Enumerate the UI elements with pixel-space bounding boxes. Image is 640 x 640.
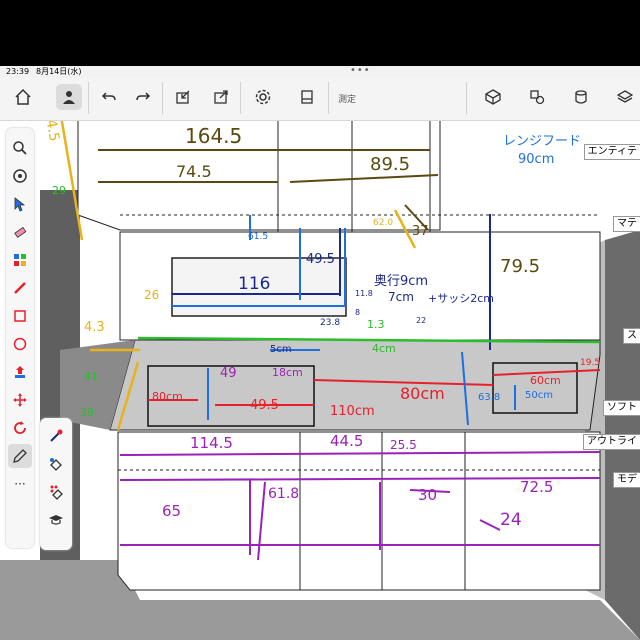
note-hood-size: 90cm [518,152,555,167]
toolbar-separator [466,82,467,114]
pencil-icon[interactable] [8,276,32,300]
components-icon[interactable] [524,84,550,110]
import-icon[interactable] [170,84,196,110]
paint-fill-icon[interactable] [44,452,68,476]
note-dim-116: 116 [238,274,271,294]
user-icon[interactable] [56,84,82,110]
note-dim-79-5: 79.5 [500,256,541,277]
search-icon[interactable] [8,136,32,160]
note-shelf-depth: 奥行9cm [374,274,429,289]
left-toolbar: ··· [6,128,34,548]
note-dim-89-5: 89.5 [370,154,411,175]
note-dim-44-5: 44.5 [330,432,364,450]
note-dim-65: 65 [162,502,182,520]
note-dim-110cm: 110cm [330,404,375,419]
toolbar-separator [328,82,329,114]
note-dim-22: 22 [416,316,427,325]
note-dim-4cm: 4cm [372,342,396,355]
eraser-icon[interactable] [8,220,32,244]
note-dim-41: 41 [84,370,98,383]
note-dim-11-8: 11.8 [355,289,373,298]
sub-toolbar [40,418,72,550]
rectangle-icon[interactable] [8,304,32,328]
measure-label[interactable]: 測定 [338,92,356,105]
dropper-icon[interactable] [44,424,68,448]
toolbar-separator [240,82,241,114]
note-dim-80cm: 80cm [400,384,445,403]
note-dim-24: 24 [500,510,522,530]
note-dim-25-5: 25.5 [390,438,417,452]
note-dim-74-5: 74.5 [176,162,212,181]
graduation-cap-icon[interactable] [44,508,68,532]
note-dim-39: 39 [80,406,94,419]
note-dim-61-5: 61.5 [248,232,269,242]
paint-bucket-icon[interactable] [8,248,32,272]
redo-icon[interactable] [130,84,156,110]
layers-icon[interactable] [612,84,638,110]
note-dim-49-5b: 49.5 [250,398,279,413]
base-cabinet-front [117,431,601,591]
home-icon[interactable] [10,84,36,110]
note-dim-72-5: 72.5 [520,478,554,496]
materials-icon[interactable] [568,84,594,110]
note-shelf-7cm: 7cm [388,290,414,304]
note-dim-18cm: 18cm [272,366,303,379]
circle-icon[interactable] [8,332,32,356]
note-dim-164-5: 164.5 [185,124,243,148]
note-dim-37: 37 [412,224,429,239]
orbit-icon[interactable] [8,164,32,188]
note-dim-29: 29 [52,184,66,197]
note-dim-1-3: 1.3 [367,318,385,331]
note-dim-49: 49 [220,366,237,381]
note-dim-19-5: 19.5 [580,358,601,368]
note-hood-label: レンジフード [503,134,582,149]
note-dim-49-5: 49.5 [306,252,335,267]
note-dim-60cm: 60cm [530,374,561,387]
note-dim-26: 26 [144,288,160,302]
sketchup-app-window: 23:39 8月14日(水) ••• レンジフード 90cm 164.5 74.… [0,66,640,640]
note-dim-5cm: 5cm [270,344,292,355]
note-shelf-sash: +サッシ2cm [428,292,494,305]
push-pull-icon[interactable] [8,360,32,384]
toolbar-separator [88,82,89,114]
note-dim-4-3: 4.3 [84,320,105,335]
note-dim-50cm: 50cm [525,390,553,401]
move-icon[interactable] [8,388,32,412]
tag-model[interactable]: モデ [613,472,640,488]
note-dim-62: 62.0 [373,218,394,228]
settings-icon[interactable] [250,84,276,110]
note-dim-80cm-left: 80cm [152,390,183,403]
tag-outline[interactable]: アウトライ [583,434,640,450]
rotate-icon[interactable] [8,416,32,440]
tag-soft[interactable]: ソフト [603,400,640,416]
tag-material[interactable]: マテ [613,216,640,232]
sample-paint-icon[interactable] [44,480,68,504]
more-icon[interactable]: ··· [8,472,32,496]
undo-icon[interactable] [96,84,122,110]
export-icon[interactable] [208,84,234,110]
draw-tools-icon[interactable] [8,444,32,468]
tag-entity[interactable]: エンティテ [583,144,640,160]
note-dim-114-5: 114.5 [190,434,233,452]
note-dim-63-8: 63.8 [478,392,501,403]
print-icon[interactable] [294,84,320,110]
select-icon[interactable] [8,192,32,216]
toolbar-separator [162,82,163,114]
note-dim-61-8: 61.8 [268,486,300,502]
cube-icon[interactable] [480,84,506,110]
note-dim-8: 8 [355,308,361,317]
tag-style[interactable]: ス [623,328,640,344]
note-dim-23-8: 23.8 [320,318,341,328]
main-toolbar: 測定 [0,78,640,121]
note-dim-30: 30 [418,486,438,504]
